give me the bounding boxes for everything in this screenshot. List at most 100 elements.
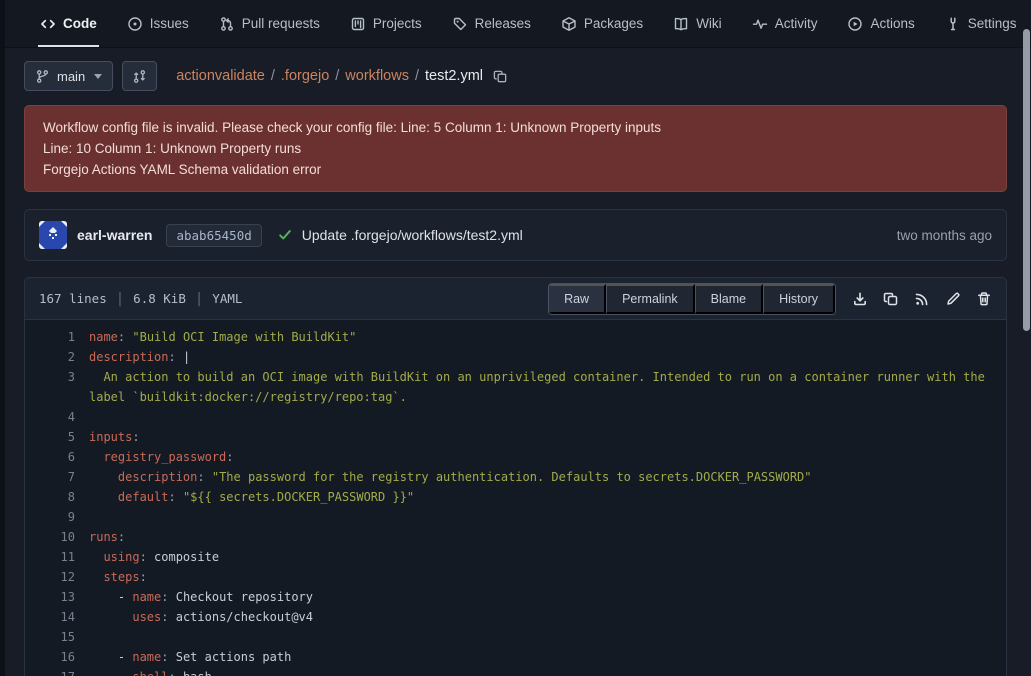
code-line-row: 12 steps: (25, 567, 1006, 587)
raw-button[interactable]: Raw (549, 284, 606, 314)
tab-pull-requests[interactable]: Pull requests (209, 0, 330, 47)
tab-label: Packages (584, 16, 643, 31)
code-line-row: 2description: | (25, 347, 1006, 367)
code-line: runs: (89, 527, 1006, 547)
tab-label: Projects (373, 16, 422, 31)
code-line-row: 3 An action to build an OCI image with B… (25, 367, 1006, 407)
error-line: Workflow config file is invalid. Please … (43, 117, 988, 138)
line-number[interactable]: 5 (25, 427, 89, 447)
file-view-panel: 167 lines | 6.8 KiB | YAML RawPermalinkB… (24, 277, 1007, 676)
tab-issues[interactable]: Issues (117, 0, 199, 47)
file-view-button-group: RawPermalinkBlameHistory (548, 283, 836, 315)
download-icon[interactable] (852, 291, 868, 307)
line-number[interactable]: 2 (25, 347, 89, 367)
code-line: name: "Build OCI Image with BuildKit" (89, 327, 1006, 347)
compare-button[interactable] (122, 61, 157, 91)
line-number[interactable]: 3 (25, 367, 89, 407)
repo-nav-tabs: Code Issues Pull requests Projects Releases P… (0, 0, 1031, 48)
code-line: description: | (89, 347, 1006, 367)
history-button[interactable]: History (763, 284, 835, 314)
git-compare-icon (132, 69, 147, 84)
commit-status-check-icon[interactable] (278, 228, 292, 242)
tab-code[interactable]: Code (30, 0, 107, 47)
meta-divider: | (107, 291, 133, 307)
blame-button[interactable]: Blame (695, 284, 763, 314)
tab-label: Settings (968, 16, 1017, 31)
tab-releases[interactable]: Releases (442, 0, 541, 47)
pulse-icon (752, 16, 768, 32)
line-number[interactable]: 9 (25, 507, 89, 527)
breadcrumb-link[interactable]: workflows (345, 68, 409, 84)
line-number[interactable]: 6 (25, 447, 89, 467)
code-line: description: "The password for the regis… (89, 467, 1006, 487)
commit-hash-badge[interactable]: abab65450d (166, 224, 261, 247)
copy-icon[interactable] (883, 291, 899, 307)
breadcrumb-link[interactable]: actionvalidate (176, 68, 265, 84)
line-number[interactable]: 17 (25, 667, 89, 676)
line-number[interactable]: 11 (25, 547, 89, 567)
breadcrumb: actionvalidate/.forgejo/workflows/test2.… (176, 68, 508, 84)
line-number[interactable]: 1 (25, 327, 89, 347)
breadcrumb-link[interactable]: .forgejo (281, 68, 329, 84)
tag-icon (452, 16, 468, 32)
tab-wiki[interactable]: Wiki (663, 0, 732, 47)
commit-message[interactable]: Update .forgejo/workflows/test2.yml (302, 227, 523, 243)
tab-activity[interactable]: Activity (742, 0, 828, 47)
delete-icon[interactable] (976, 291, 992, 307)
chevron-down-icon (94, 74, 102, 79)
line-number[interactable]: 8 (25, 487, 89, 507)
avatar[interactable] (39, 221, 67, 249)
file-language: YAML (212, 291, 242, 306)
tab-label: Activity (775, 16, 818, 31)
error-line: Forgejo Actions YAML Schema validation e… (43, 159, 988, 180)
copy-path-icon[interactable] (489, 69, 508, 84)
code-line-row: 15 (25, 627, 1006, 647)
tab-label: Releases (475, 16, 531, 31)
package-icon (561, 16, 577, 32)
rss-icon[interactable] (914, 291, 930, 307)
tab-packages[interactable]: Packages (551, 0, 653, 47)
git-branch-icon (35, 69, 50, 84)
code-line-row: 1name: "Build OCI Image with BuildKit" (25, 327, 1006, 347)
code-viewer: 1name: "Build OCI Image with BuildKit"2d… (25, 320, 1006, 676)
line-number[interactable]: 14 (25, 607, 89, 627)
branch-name: main (57, 69, 85, 84)
commit-author[interactable]: earl-warren (77, 227, 152, 243)
line-number[interactable]: 16 (25, 647, 89, 667)
line-number[interactable]: 15 (25, 627, 89, 647)
tab-label: Issues (150, 16, 189, 31)
code-line-row: 5inputs: (25, 427, 1006, 447)
play-circle-icon (847, 16, 863, 32)
file-meta: 167 lines | 6.8 KiB | YAML (39, 291, 242, 307)
line-number[interactable]: 7 (25, 467, 89, 487)
line-number[interactable]: 4 (25, 407, 89, 427)
code-line-row: 8 default: "${{ secrets.DOCKER_PASSWORD … (25, 487, 1006, 507)
tab-projects[interactable]: Projects (340, 0, 432, 47)
file-action-icons (852, 291, 992, 307)
line-number[interactable]: 12 (25, 567, 89, 587)
permalink-button[interactable]: Permalink (606, 284, 695, 314)
code-line: - name: Set actions path (89, 647, 1006, 667)
code-line: - name: Checkout repository (89, 587, 1006, 607)
code-line: using: composite (89, 547, 1006, 567)
edit-icon[interactable] (945, 291, 961, 307)
breadcrumb-current-file: test2.yml (425, 68, 483, 84)
tab-settings[interactable]: Settings (935, 0, 1027, 47)
vertical-scrollbar[interactable] (1023, 29, 1030, 331)
code-line-row: 14 uses: actions/checkout@v4 (25, 607, 1006, 627)
branch-selector-button[interactable]: main (24, 61, 113, 91)
code-line: shell: bash (89, 667, 1006, 676)
line-number[interactable]: 13 (25, 587, 89, 607)
project-icon (350, 16, 366, 32)
pull-request-icon (219, 16, 235, 32)
tab-label: Wiki (696, 16, 722, 31)
breadcrumb-separator: / (335, 68, 339, 84)
line-number[interactable]: 10 (25, 527, 89, 547)
file-line-count: 167 lines (39, 291, 107, 306)
issue-icon (127, 16, 143, 32)
meta-divider: | (186, 291, 212, 307)
code-line: default: "${{ secrets.DOCKER_PASSWORD }}… (89, 487, 1006, 507)
code-line-row: 7 description: "The password for the reg… (25, 467, 1006, 487)
tab-actions[interactable]: Actions (837, 0, 924, 47)
latest-commit-bar: earl-warren abab65450d Update .forgejo/w… (24, 209, 1007, 261)
